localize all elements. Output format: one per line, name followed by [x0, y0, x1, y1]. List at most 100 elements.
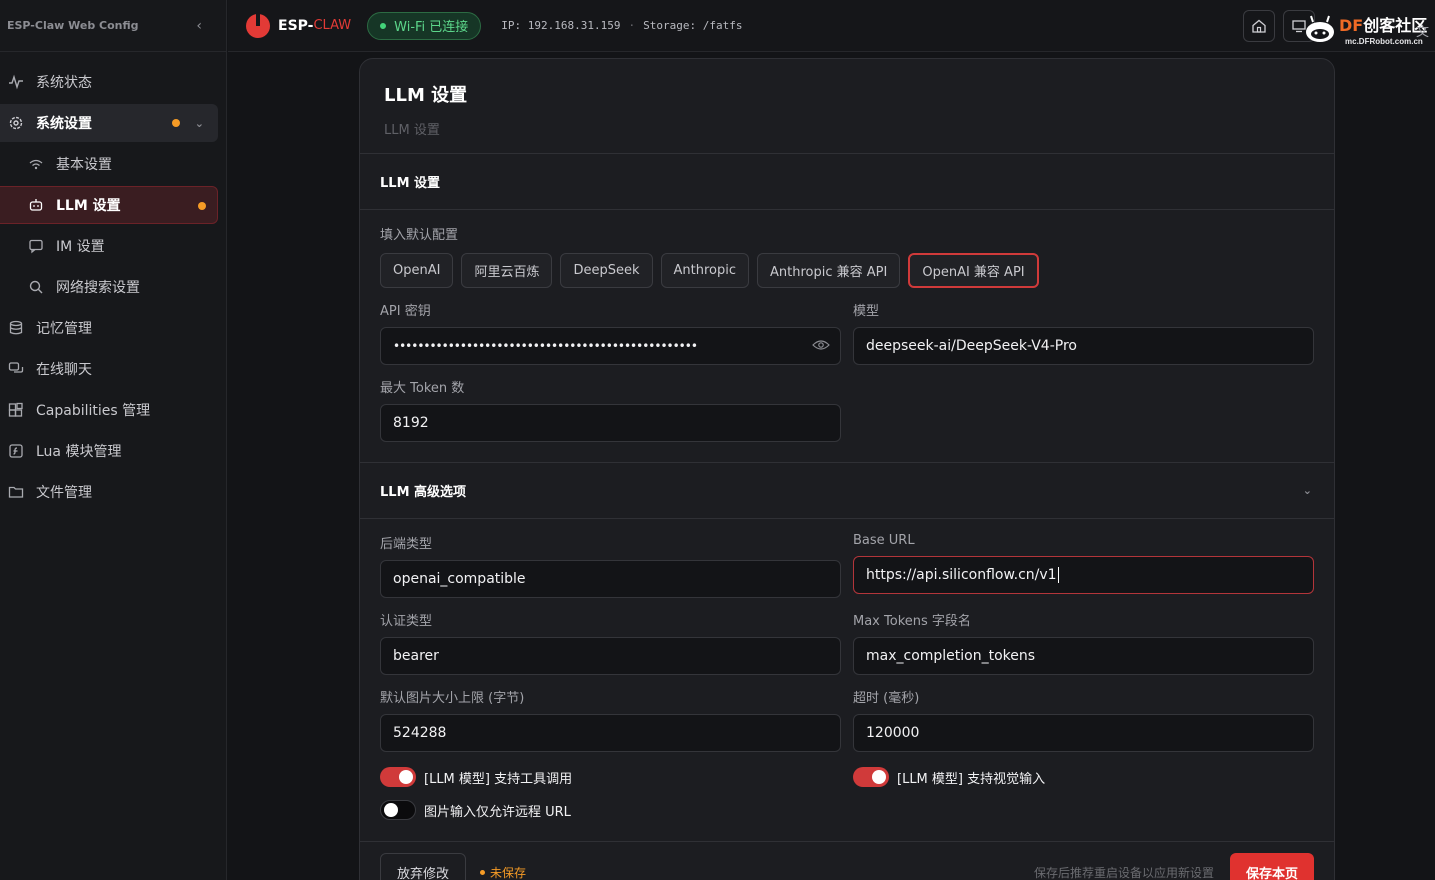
img-limit-label: 默认图片大小上限 (字节) — [380, 691, 525, 706]
watermark: DF创客社区 mc.DFRobot.com.cn 文 — [1283, 6, 1435, 46]
sidebar-item-system-settings[interactable]: 系统设置 ⌄ — [0, 104, 218, 142]
vision-toggle[interactable] — [853, 767, 889, 787]
toggle-remote-row: 图片输入仅允许远程 URL — [380, 799, 841, 821]
backend-field: 后端类型 openai_compatible — [380, 533, 841, 598]
sidebar-item-label: Capabilities 管理 — [36, 403, 151, 419]
sidebar-item-label: 基本设置 — [56, 157, 112, 173]
preset-anthropic-button[interactable]: Anthropic — [660, 253, 750, 288]
toggle-col-left: [LLM 模型] 支持工具调用 图片输入仅允许远程 URL — [380, 766, 841, 821]
save-button[interactable]: 保存本页 — [1229, 853, 1314, 880]
max-token-field: 最大 Token 数 8192 — [380, 377, 841, 442]
home-icon — [1252, 19, 1266, 33]
sidebar-item-files[interactable]: 文件管理 — [0, 473, 218, 511]
search-icon — [28, 279, 44, 295]
page-subtitle: LLM 设置 — [384, 123, 440, 138]
preset-label: 填入默认配置 — [380, 228, 459, 243]
preset-aliyun-button[interactable]: 阿里云百炼 — [461, 253, 553, 288]
auth-input[interactable]: bearer — [380, 637, 841, 675]
database-icon — [8, 320, 24, 336]
dfrobot-logo-icon — [1306, 15, 1334, 42]
sidebar-item-im-settings[interactable]: IM 设置 — [0, 227, 218, 265]
max-token-input[interactable]: 8192 — [380, 404, 841, 442]
preset-openai-button[interactable]: OpenAI — [380, 253, 454, 288]
sidebar-header: ESP-Claw Web Config ‹ — [0, 0, 226, 52]
section-header-llm: LLM 设置 — [360, 154, 1334, 210]
auth-field: 认证类型 bearer — [380, 610, 841, 675]
unsaved-dot — [480, 869, 486, 875]
wifi-status-badge: Wi-Fi 已连接 — [367, 11, 482, 40]
api-key-input[interactable]: ••••••••••••••••••••••••••••••••••••••••… — [380, 327, 841, 365]
api-key-label: API 密钥 — [380, 304, 431, 319]
unsaved-dot — [172, 119, 180, 127]
api-key-field: API 密钥 •••••••••••••••••••••••••••••••••… — [380, 300, 841, 365]
max-tokens-name-label: Max Tokens 字段名 — [853, 614, 971, 629]
timeout-input[interactable]: 120000 — [853, 714, 1314, 752]
page-title: LLM 设置 — [384, 85, 468, 106]
gear-icon — [8, 115, 24, 131]
toggle-vision-row: [LLM 模型] 支持视觉输入 — [853, 766, 1314, 788]
restart-hint: 保存后推荐重启设备以应用新设置 — [1033, 865, 1214, 880]
folder-icon — [8, 484, 24, 500]
language-toggle[interactable]: 文 — [1416, 21, 1429, 40]
sidebar-item-web-search[interactable]: 网络搜索设置 — [0, 268, 218, 306]
sidebar-item-label: 系统状态 — [36, 75, 92, 91]
max-tokens-name-input[interactable]: max_completion_tokens — [853, 637, 1314, 675]
vision-toggle-label: [LLM 模型] 支持视觉输入 — [897, 771, 1046, 787]
preset-buttons: OpenAI 阿里云百炼 DeepSeek Anthropic Anthropi… — [380, 253, 1314, 288]
logo-icon — [246, 11, 270, 38]
sidebar-item-label: 记忆管理 — [36, 321, 92, 337]
api-key-value: ••••••••••••••••••••••••••••••••••••••••… — [393, 339, 698, 353]
unsaved-indicator: 未保存 — [480, 864, 526, 880]
card-header: LLM 设置 LLM 设置 — [360, 59, 1334, 154]
bot-icon — [28, 197, 44, 213]
preset-openai-compat-button[interactable]: OpenAI 兼容 API — [908, 253, 1039, 288]
row-backend-baseurl: 后端类型 openai_compatible Base URL https://… — [380, 521, 1314, 598]
sidebar-item-system-status[interactable]: 系统状态 — [0, 63, 218, 101]
sidebar-item-basic-settings[interactable]: 基本设置 — [0, 145, 218, 183]
preset-anthropic-compat-button[interactable]: Anthropic 兼容 API — [757, 253, 901, 288]
sidebar-item-memory[interactable]: 记忆管理 — [0, 309, 218, 347]
model-input[interactable]: deepseek-ai/DeepSeek-V4-Pro — [853, 327, 1314, 365]
section-header-advanced[interactable]: LLM 高级选项 ⌄ — [360, 463, 1334, 519]
llm-settings-card: LLM 设置 LLM 设置 LLM 设置 填入默认配置 OpenAI 阿里云百炼… — [359, 58, 1335, 880]
sidebar-item-label: IM 设置 — [56, 239, 105, 255]
sidebar-item-chat[interactable]: 在线聊天 — [0, 350, 218, 388]
wifi-icon — [28, 156, 44, 172]
sidebar-item-llm-settings[interactable]: LLM 设置 — [0, 186, 218, 224]
activity-icon — [8, 74, 24, 90]
watermark-url: mc.DFRobot.com.cn — [1345, 37, 1423, 46]
remote-url-toggle-label: 图片输入仅允许远程 URL — [424, 804, 571, 820]
row-max-token: 最大 Token 数 8192 — [380, 365, 1314, 442]
chevron-down-icon: ⌄ — [194, 116, 204, 130]
toggle-col-right: [LLM 模型] 支持视觉输入 — [853, 766, 1314, 821]
sidebar-item-label: 系统设置 — [36, 116, 92, 132]
model-label: 模型 — [853, 304, 880, 319]
tools-toggle[interactable] — [380, 767, 416, 787]
eye-icon[interactable] — [812, 339, 830, 354]
tools-toggle-label: [LLM 模型] 支持工具调用 — [424, 771, 573, 787]
ip-address: IP: 192.168.31.159 — [501, 19, 621, 32]
status-dot — [380, 22, 387, 29]
app-title: ESP-Claw Web Config — [7, 19, 139, 32]
wifi-status-label: Wi-Fi 已连接 — [394, 20, 469, 35]
sidebar-item-label: 网络搜索设置 — [56, 280, 140, 296]
max-token-label: 最大 Token 数 — [380, 381, 465, 396]
sidebar-item-lua-modules[interactable]: Lua 模块管理 — [0, 432, 218, 470]
sidebar-item-capabilities[interactable]: Capabilities 管理 — [0, 391, 218, 429]
message-icon — [28, 238, 44, 254]
backend-input[interactable]: openai_compatible — [380, 560, 841, 598]
brand-logo: ESP- CLAW — [246, 11, 351, 38]
remote-url-toggle[interactable] — [380, 800, 416, 820]
home-button[interactable] — [1243, 10, 1275, 42]
img-limit-input[interactable]: 524288 — [380, 714, 841, 752]
discard-button[interactable]: 放弃修改 — [380, 853, 467, 880]
max-tokens-name-field: Max Tokens 字段名 max_completion_tokens — [853, 610, 1314, 675]
row-auth-maxtokens: 认证类型 bearer Max Tokens 字段名 max_completio… — [380, 598, 1314, 675]
text-caret — [1057, 567, 1059, 583]
row-img-timeout: 默认图片大小上限 (字节) 524288 超时 (毫秒) 120000 — [380, 675, 1314, 752]
base-url-label: Base URL — [853, 533, 915, 548]
base-url-input[interactable]: https://api.siliconflow.cn/v1 — [853, 556, 1314, 594]
collapse-sidebar-icon[interactable]: ‹ — [196, 18, 202, 34]
row-toggles: [LLM 模型] 支持工具调用 图片输入仅允许远程 URL [LLM 模型] 支… — [380, 766, 1314, 821]
preset-deepseek-button[interactable]: DeepSeek — [560, 253, 653, 288]
